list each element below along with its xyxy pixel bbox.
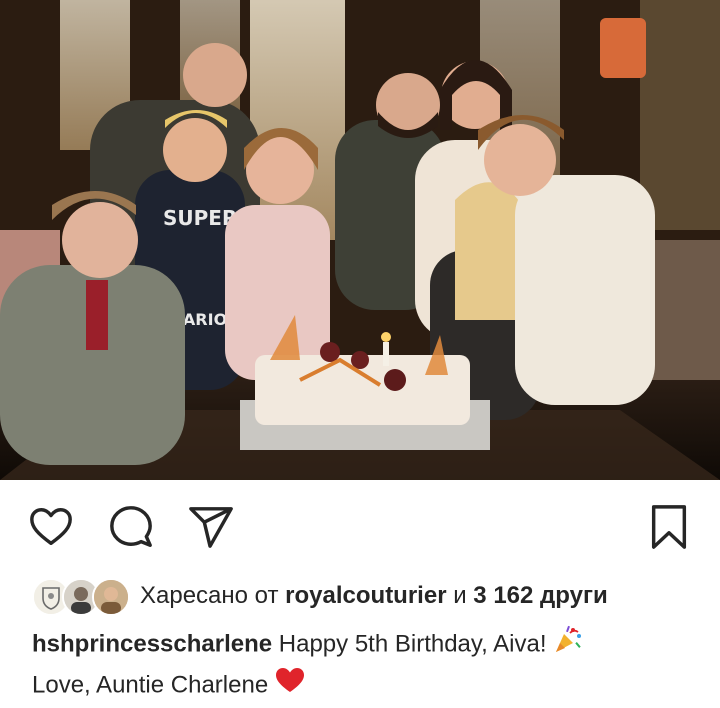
caption-line-1: hshprincesscharlene Happy 5th Birthday, …: [32, 624, 692, 666]
heart-outline-icon: [30, 508, 72, 546]
party-popper-icon: [553, 624, 583, 666]
comment-button[interactable]: [108, 504, 154, 550]
save-button[interactable]: [646, 504, 692, 550]
post-caption: hshprincesscharlene Happy 5th Birthday, …: [32, 624, 692, 706]
caption-username-link[interactable]: hshprincesscharlene: [32, 630, 272, 657]
caption-text-line-1: Happy 5th Birthday, Aiva!: [278, 630, 547, 658]
liker-avatars[interactable]: [32, 577, 130, 616]
caption-line-2: Love, Auntie Charlene: [32, 666, 692, 706]
bookmark-icon: [651, 505, 687, 549]
post-photo[interactable]: SUPER MARIO: [0, 0, 720, 480]
liked-by-prefix: Харесано от: [140, 582, 279, 609]
red-heart-icon: [275, 666, 305, 706]
speech-bubble-icon: [110, 506, 152, 547]
likes-row[interactable]: Харесано от royalcouturier и 3 162 други: [32, 576, 608, 616]
liked-by-text: Харесано от royalcouturier и 3 162 други: [140, 582, 608, 610]
share-button[interactable]: [188, 504, 234, 550]
portrait-icon: [94, 580, 128, 614]
avatar[interactable]: [92, 578, 130, 616]
liked-by-user-link[interactable]: royalcouturier: [285, 582, 446, 609]
paper-plane-icon: [189, 507, 233, 548]
post-photo-illustration: SUPER MARIO: [0, 0, 720, 480]
likes-count-link[interactable]: 3 162 други: [473, 582, 607, 609]
caption-text-line-2: Love, Auntie Charlene: [32, 671, 269, 699]
post-action-bar: [0, 484, 720, 568]
svg-text:SUPER: SUPER: [163, 206, 237, 230]
liked-by-connector: и: [453, 582, 467, 609]
like-button[interactable]: [28, 504, 74, 550]
